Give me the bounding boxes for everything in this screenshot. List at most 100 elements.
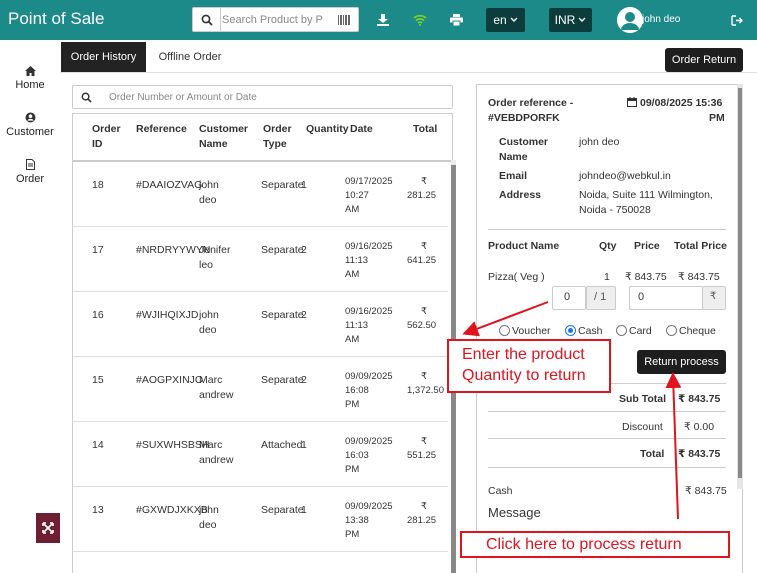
- qty-return-callout: Enter the product Quantity to return: [447, 339, 611, 393]
- total-cell: 562.50: [407, 320, 437, 331]
- voucher-label[interactable]: Voucher: [512, 324, 551, 339]
- detail-scrollbar-thumb[interactable]: [738, 88, 742, 478]
- print-icon[interactable]: [448, 12, 464, 28]
- table-row[interactable]: 17 #NRDRYYWYN Jenifer leo Separate 2 09/16/202…: [73, 227, 448, 292]
- date-cell: 09/09/2025: [345, 501, 393, 512]
- document-icon: [25, 159, 35, 170]
- sidebar: Home Customer Order: [0, 40, 60, 573]
- order-search-input[interactable]: Order Number or Amount or Date: [109, 92, 257, 103]
- date-cell: 10:27: [345, 190, 369, 201]
- reference-cell: #WJIHQIXJD: [136, 309, 199, 321]
- qty-header: Qty: [599, 240, 617, 252]
- currency-cell: ₹: [421, 176, 428, 187]
- return-qty-input[interactable]: 0: [552, 286, 586, 310]
- table-row[interactable]: 15 #AOGPXINJO Marc andrew Separate 2 09/09/202…: [73, 357, 448, 422]
- column-header-customer-name: Customer Name: [199, 122, 248, 152]
- cash-label[interactable]: Cash: [578, 324, 603, 339]
- customer-name-cell: Jenifer: [199, 244, 231, 256]
- search-icon[interactable]: [193, 8, 221, 31]
- home-icon: [24, 66, 36, 76]
- product-qty: 1: [604, 271, 610, 283]
- order-reference-value: #VEBDPORFK: [488, 112, 560, 124]
- language-select[interactable]: en: [486, 8, 525, 32]
- qty-max-addon: / 1: [586, 286, 616, 310]
- sidebar-item-home[interactable]: Home: [0, 66, 60, 91]
- product-name: Pizza( Veg ): [488, 271, 545, 283]
- date-cell: AM: [345, 269, 360, 280]
- date-cell: 16:03: [345, 450, 369, 461]
- date-cell: 09/16/2025: [345, 241, 393, 252]
- chevron-down-icon: [510, 17, 518, 22]
- customer-name-value: john deo: [579, 136, 620, 148]
- tab-order-history[interactable]: Order History: [61, 42, 146, 72]
- product-name-header: Product Name: [488, 240, 560, 252]
- date-cell: 09/09/2025: [345, 371, 393, 382]
- order-time-suffix: PM: [709, 112, 725, 124]
- card-label[interactable]: Card: [629, 324, 652, 339]
- card-radio[interactable]: [616, 325, 627, 336]
- return-process-button[interactable]: Return process: [637, 350, 726, 374]
- table-row[interactable]: 16 #WJIHQIXJD john deo Separate 2 09/16/2025 11…: [73, 292, 448, 357]
- return-amount-input[interactable]: 0: [629, 286, 703, 310]
- expand-button[interactable]: [36, 513, 60, 543]
- reference-cell: #DAAIOZVAG: [136, 179, 203, 191]
- order-search[interactable]: Order Number or Amount or Date: [72, 85, 453, 109]
- table-row[interactable]: 14 #SUXWHSBSH Marc andrew Attached 1 09/09/202…: [73, 422, 448, 487]
- sidebar-item-order[interactable]: Order: [0, 159, 60, 185]
- currency-value: INR: [554, 13, 576, 27]
- cheque-radio[interactable]: [666, 325, 677, 336]
- table-row[interactable]: 18 #DAAIOZVAG john deo Separate 1 09/17/2025 10…: [73, 162, 448, 227]
- top-bar: Point of Sale Search Product by Pr en IN…: [0, 0, 757, 40]
- label-text: Customer: [499, 136, 549, 148]
- currency-cell: ₹: [421, 436, 428, 447]
- price-header: Price: [634, 240, 660, 252]
- divider: [488, 438, 726, 439]
- app-title: Point of Sale: [8, 9, 105, 28]
- total-cell: 281.25: [407, 190, 437, 201]
- total-label: Total: [640, 448, 665, 460]
- date-cell: 11:13: [345, 255, 369, 266]
- cash-payment-label: Cash: [488, 485, 513, 497]
- customer-name-cell: leo: [199, 259, 214, 271]
- voucher-radio[interactable]: [499, 325, 510, 336]
- total-cell: 551.25: [407, 450, 437, 461]
- email-label: Email: [499, 170, 528, 182]
- chevron-down-icon: [578, 17, 586, 22]
- avatar[interactable]: [617, 7, 643, 33]
- message-label: Message: [488, 505, 541, 520]
- table-row[interactable]: 13 #GXWDJXKXB john deo Separate 1 09/09/2025 13…: [73, 487, 448, 552]
- currency-cell: ₹: [421, 306, 428, 317]
- header-text: Customer: [199, 123, 249, 135]
- callout-text: Enter the product: [462, 346, 585, 363]
- cheque-label[interactable]: Cheque: [679, 324, 716, 339]
- product-search-input[interactable]: Search Product by Pr: [222, 14, 323, 26]
- order-id-cell: 16: [92, 309, 104, 321]
- sidebar-item-customer[interactable]: Customer: [0, 112, 60, 138]
- product-search[interactable]: Search Product by Pr: [192, 7, 359, 32]
- currency-select[interactable]: INR: [549, 8, 592, 32]
- tab-offline-order[interactable]: Offline Order: [146, 42, 234, 72]
- total-price-header: Total Price: [674, 240, 727, 252]
- column-header-date: Date: [350, 123, 373, 135]
- customer-name-cell: john: [199, 309, 219, 321]
- quantity-cell: 2: [301, 309, 307, 321]
- quantity-cell: 1: [301, 179, 307, 191]
- barcode-icon[interactable]: [330, 8, 358, 31]
- wifi-icon: [412, 12, 428, 28]
- date-cell: 09/17/2025: [345, 176, 393, 187]
- download-icon[interactable]: [375, 12, 391, 28]
- order-id-cell: 13: [92, 504, 104, 516]
- cash-radio[interactable]: [565, 325, 576, 336]
- quantity-cell: 1: [301, 439, 307, 451]
- process-return-callout: Click here to process return: [460, 531, 730, 558]
- return-amount-value: 0: [638, 291, 645, 303]
- order-date: 09/08/2025 15:36: [640, 97, 723, 109]
- username[interactable]: john deo: [642, 14, 680, 25]
- order-id-cell: 18: [92, 179, 104, 191]
- column-header-order-id: Order ID: [92, 122, 121, 152]
- customer-name-cell: john: [199, 504, 219, 516]
- order-return-button[interactable]: Order Return: [665, 48, 743, 72]
- logout-icon[interactable]: [729, 12, 745, 28]
- tab-divider: [60, 72, 757, 73]
- currency-cell: ₹: [421, 241, 428, 252]
